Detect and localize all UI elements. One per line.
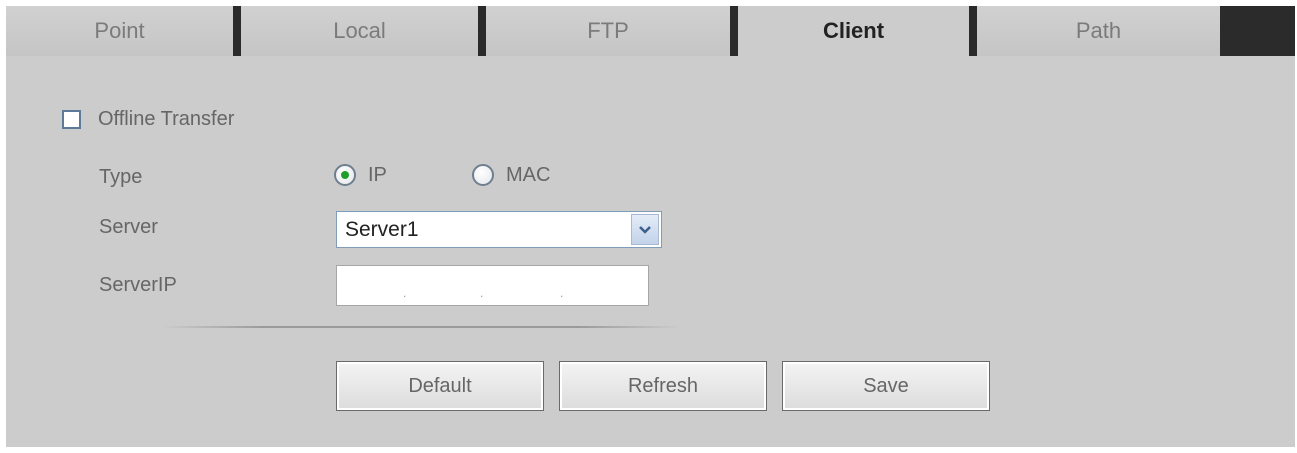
ip-separator: . [560,286,564,300]
tab-ftp-label: FTP [587,18,629,43]
serverip-label: ServerIP [99,274,177,296]
tab-path[interactable]: Path [977,6,1220,56]
radio-selected-dot [341,171,349,179]
default-button[interactable]: Default [336,361,544,411]
tab-separator [478,6,486,56]
server-label: Server [99,216,158,238]
tab-point[interactable]: Point [6,6,233,56]
save-button[interactable]: Save [782,361,990,411]
tab-bar: Point Local FTP Client Path [6,6,1295,56]
tab-bar-end [1220,6,1295,56]
tab-point-label: Point [94,18,145,43]
ip-separator: . [403,286,407,300]
server-select[interactable]: Server1 [336,211,662,248]
refresh-button-label: Refresh [627,374,699,397]
type-mac-radio[interactable] [472,164,494,186]
tab-separator [233,6,241,56]
tab-client[interactable]: Client [738,6,969,56]
tab-path-label: Path [1075,18,1122,43]
default-button-label: Default [408,374,472,397]
server-select-value: Server1 [345,218,419,241]
type-ip-radio[interactable] [334,164,356,186]
chevron-down-icon[interactable] [631,214,659,245]
tab-separator [969,6,977,56]
offline-transfer-checkbox[interactable] [62,110,81,129]
tab-client-label: Client [822,18,885,43]
refresh-button[interactable]: Refresh [559,361,767,411]
offline-transfer-label: Offline Transfer [98,108,235,130]
save-button-label: Save [863,374,909,397]
type-label: Type [99,166,143,188]
serverip-input[interactable]: . . . [336,265,649,306]
type-ip-label: IP [368,164,387,186]
divider [161,326,681,328]
type-mac-label: MAC [506,164,551,186]
tab-ftp[interactable]: FTP [486,6,730,56]
tab-local[interactable]: Local [241,6,478,56]
ip-separator: . [480,286,484,300]
tab-local-label: Local [333,18,386,43]
tab-separator [730,6,738,56]
client-settings-panel: Point Local FTP Client Path Offline Tran… [6,6,1295,447]
